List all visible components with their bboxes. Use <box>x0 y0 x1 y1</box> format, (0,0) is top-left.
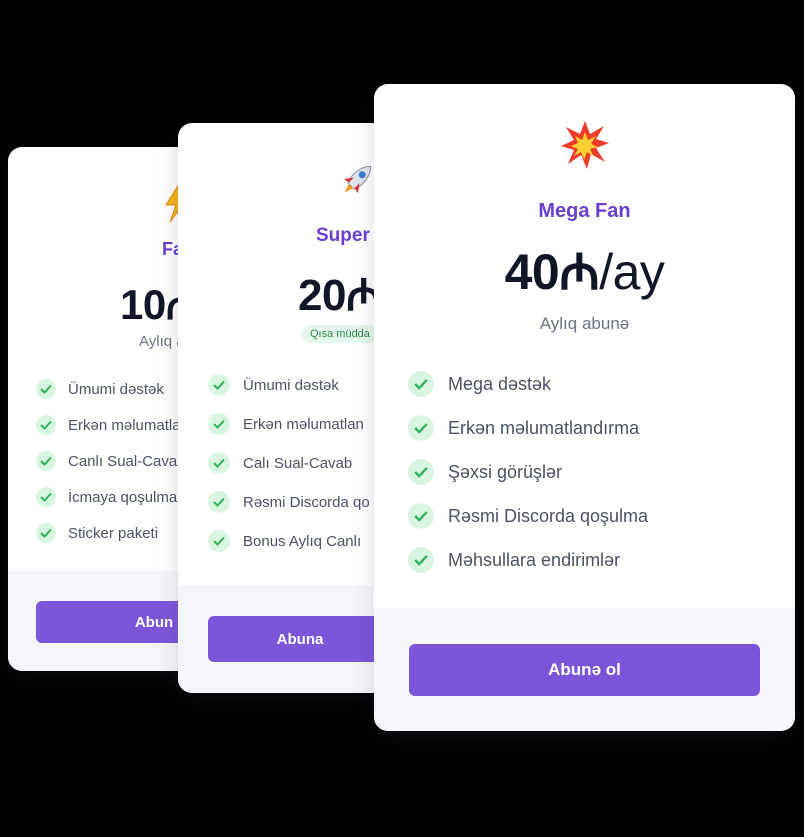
subscribe-button[interactable]: Abunə ol <box>409 644 760 696</box>
feature-item: Erkən məlumatlandırma <box>408 415 639 441</box>
feature-item: Sticker paketi <box>36 523 158 543</box>
feature-item: Bonus Aylıq Canlı <box>208 530 361 552</box>
plan-period: Aylıq abunə <box>539 314 630 333</box>
plan-name: Super <box>316 225 370 246</box>
feature-item: İcmaya qoşulma <box>36 487 177 507</box>
check-icon <box>208 530 230 552</box>
rocket-icon <box>343 165 372 194</box>
check-icon <box>208 491 230 513</box>
feature-item: Erkən məlumatlan <box>208 413 364 435</box>
feature-item: Rəsmi Discorda qo <box>208 491 370 513</box>
feature-item: Calı Sual-Cavab <box>208 452 352 474</box>
check-icon <box>208 374 230 396</box>
feature-item: Mega dəstək <box>408 371 551 397</box>
check-icon <box>408 459 434 485</box>
check-icon <box>408 415 434 441</box>
check-icon <box>36 523 56 543</box>
feature-item: Canlı Sual-Cavab <box>36 451 186 471</box>
feature-item: Şəxsi görüşlər <box>408 459 562 485</box>
plan-price: 40₼/ay <box>504 244 665 300</box>
plan-card-mega-fan: Mega Fan 40₼/ay Aylıq abunə Mega dəstək … <box>374 84 795 731</box>
plan-name: Mega Fan <box>538 200 631 222</box>
check-icon <box>36 379 56 399</box>
check-icon <box>408 547 434 573</box>
check-icon <box>36 415 56 435</box>
feature-item: Erkən məlumatlan <box>36 415 189 435</box>
check-icon <box>408 371 434 397</box>
feature-item: Məhsullara endirimlər <box>408 547 620 573</box>
check-icon <box>208 452 230 474</box>
feature-item: Ümumi dəstək <box>208 374 339 396</box>
feature-item: Rəsmi Discorda qoşulma <box>408 503 648 529</box>
status-badge: Qısa müdda <box>302 325 378 343</box>
check-icon <box>408 503 434 529</box>
feature-item: Ümumi dəstək <box>36 379 164 399</box>
check-icon <box>36 487 56 507</box>
collision-icon <box>561 121 609 169</box>
check-icon <box>36 451 56 471</box>
plan-price: 20₼ <box>298 271 382 320</box>
plan-card-super: Super 20₼ Qısa müdda Ümumi dəstək Erkən … <box>178 123 406 693</box>
check-icon <box>208 413 230 435</box>
